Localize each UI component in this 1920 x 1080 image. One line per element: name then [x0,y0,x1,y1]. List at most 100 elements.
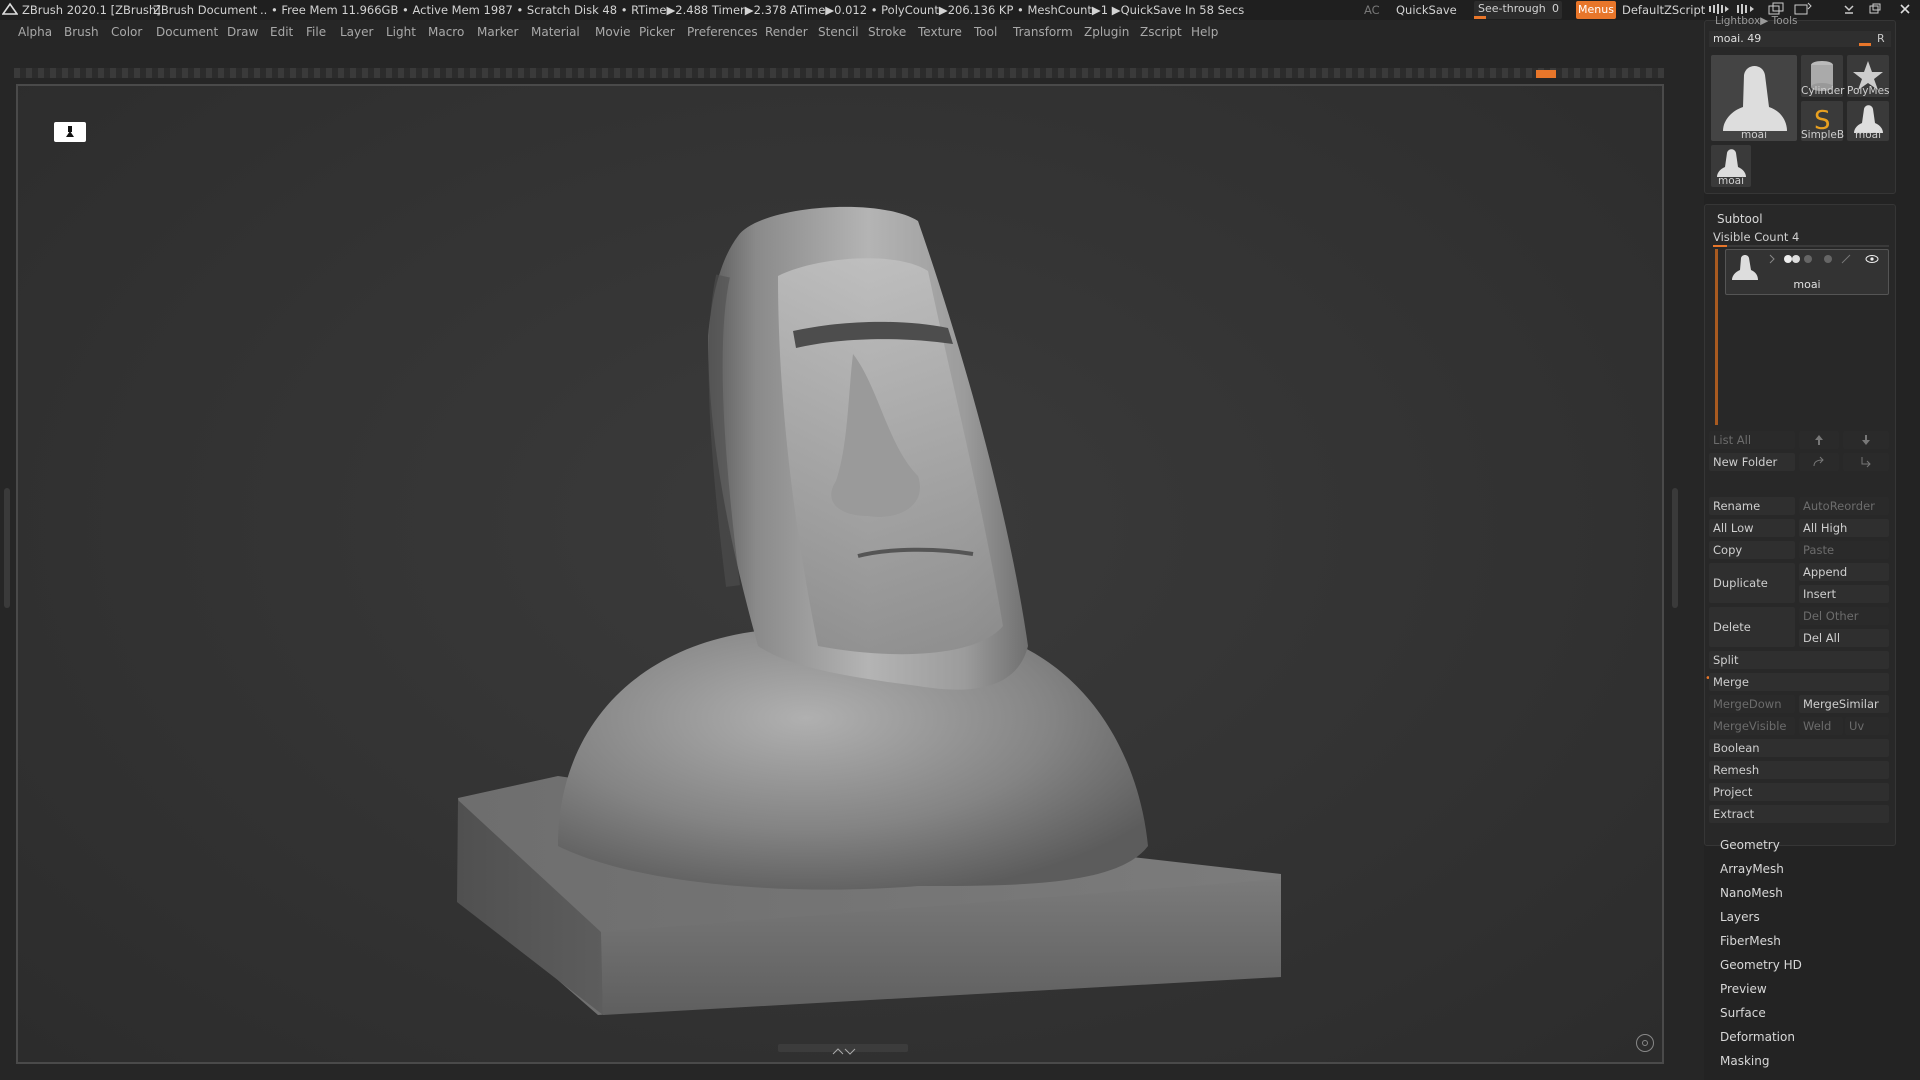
default-zscript-button[interactable]: DefaultZScript [1622,3,1705,17]
menus-button[interactable]: Menus [1576,1,1616,19]
menu-item-layer[interactable]: Layer [340,25,373,39]
menu-item-document[interactable]: Document [156,25,218,39]
menu-item-stroke[interactable]: Stroke [868,25,906,39]
zbrush-logo-icon[interactable] [1,2,19,19]
minimize-icon[interactable] [1842,2,1856,19]
copy-button[interactable]: Copy [1709,541,1795,559]
app-title: ZBrush 2020.1 [ZBrush] [22,3,161,17]
merge-section[interactable]: Merge [1709,673,1889,691]
weld-button[interactable]: Weld [1799,717,1843,735]
project-section[interactable]: Project [1709,783,1889,801]
list-all-button[interactable]: List All [1709,431,1795,449]
subtool-item-label: moai [1793,278,1821,291]
all-high-button[interactable]: All High [1799,519,1889,537]
rename-button[interactable]: Rename [1709,497,1795,515]
split-section[interactable]: Split [1709,651,1889,669]
menu-item-material[interactable]: Material [531,25,580,39]
bottom-tray-handle[interactable] [778,1044,908,1055]
menu-item-tool[interactable]: Tool [974,25,997,39]
boolean-section[interactable]: Boolean [1709,739,1889,757]
delete-button[interactable]: Delete [1709,607,1795,647]
section-preview[interactable]: Preview [1720,982,1767,996]
menu-item-zscript[interactable]: Zscript [1140,25,1182,39]
insert-button[interactable]: Insert [1799,585,1889,603]
all-low-button[interactable]: All Low [1709,519,1795,537]
section-nanomesh[interactable]: NanoMesh [1720,886,1783,900]
menu-item-zplugin[interactable]: Zplugin [1084,25,1129,39]
menu-item-help[interactable]: Help [1191,25,1218,39]
canvas-viewport[interactable] [16,84,1664,1064]
close-icon[interactable] [1898,2,1912,19]
visible-count-slider[interactable] [1713,245,1889,247]
tool-name-slider[interactable]: moai. 49 R [1709,31,1891,47]
visible-count-fill [1713,245,1727,247]
folder-down-icon[interactable] [1843,453,1889,471]
subtool-item-moai[interactable]: moai [1725,249,1889,295]
timeline-ruler[interactable] [14,68,1664,78]
menu-item-preferences[interactable]: Preferences [687,25,758,39]
menu-item-render[interactable]: Render [765,25,808,39]
menu-item-movie[interactable]: Movie [595,25,631,39]
see-through-value: 0 [1552,2,1559,15]
extract-section[interactable]: Extract [1709,805,1889,823]
subtool-item-controls-icon[interactable] [1766,253,1886,265]
section-fibermesh[interactable]: FiberMesh [1720,934,1781,948]
menu-item-marker[interactable]: Marker [477,25,518,39]
section-masking[interactable]: Masking [1720,1054,1769,1068]
menu-item-brush[interactable]: Brush [64,25,99,39]
perspective-icon-center [1642,1040,1648,1046]
see-through-slider[interactable]: See-through 0 [1474,1,1562,19]
menu-item-texture[interactable]: Texture [918,25,962,39]
section-geometry-hd[interactable]: Geometry HD [1720,958,1802,972]
lightbox-tools-label[interactable]: Lightbox▶ Tools [1715,15,1797,27]
uv-button[interactable]: Uv [1845,717,1889,735]
menu-item-edit[interactable]: Edit [270,25,293,39]
quicksave-button[interactable]: QuickSave [1396,3,1457,17]
left-tray-handle[interactable] [4,488,10,608]
menu-item-picker[interactable]: Picker [639,25,675,39]
append-button[interactable]: Append [1799,563,1889,581]
subtool-title[interactable]: Subtool [1717,212,1763,226]
stats-readout: .. • Free Mem 11.966GB • Active Mem 1987… [260,3,1245,17]
r-button[interactable]: R [1877,32,1885,45]
visible-count-label[interactable]: Visible Count 4 [1713,230,1799,244]
duplicate-button[interactable]: Duplicate [1709,563,1795,603]
subtool-panel: Subtool Visible Count 4 moai List All Ne… [1704,204,1896,846]
merge-down-button[interactable]: MergeDown [1709,695,1795,713]
ac-label[interactable]: AC [1364,3,1380,17]
subtool-scrollbar[interactable] [1715,249,1718,425]
moai-model[interactable] [18,86,1664,1064]
section-surface[interactable]: Surface [1720,1006,1766,1020]
menu-item-stencil[interactable]: Stencil [818,25,859,39]
menu-item-file[interactable]: File [306,25,326,39]
section-geometry[interactable]: Geometry [1720,838,1780,852]
merge-similar-button[interactable]: MergeSimilar [1799,695,1889,713]
tool-thumb-label-polymesh: PolyMes [1847,85,1890,97]
remesh-section[interactable]: Remesh [1709,761,1889,779]
paste-button[interactable]: Paste [1799,541,1889,559]
move-up-button[interactable] [1799,431,1839,449]
new-folder-button[interactable]: New Folder [1709,453,1795,471]
menu-item-macro[interactable]: Macro [428,25,464,39]
menu-item-color[interactable]: Color [111,25,142,39]
menu-item-draw[interactable]: Draw [227,25,258,39]
see-through-label: See-through [1478,2,1546,15]
move-down-button[interactable] [1843,431,1889,449]
right-tray-handle[interactable] [1672,488,1678,608]
section-layers[interactable]: Layers [1720,910,1760,924]
perspective-icon[interactable] [1636,1034,1654,1052]
tool-thumb-label-moai-2: moai [1854,129,1881,141]
section-deformation[interactable]: Deformation [1720,1030,1795,1044]
del-other-button[interactable]: Del Other [1799,607,1889,625]
autoreorder-button[interactable]: AutoReorder [1799,497,1889,515]
folder-arrow-icon[interactable] [1799,453,1839,471]
menu-item-light[interactable]: Light [386,25,416,39]
section-arraymesh[interactable]: ArrayMesh [1720,862,1784,876]
merge-visible-button[interactable]: MergeVisible [1709,717,1795,735]
title-bar: ZBrush 2020.1 [ZBrush] ZBrush Document .… [0,0,1920,20]
menu-item-transform[interactable]: Transform [1013,25,1073,39]
menu-item-alpha[interactable]: Alpha [18,25,52,39]
del-all-button[interactable]: Del All [1799,629,1889,647]
restore-icon[interactable] [1868,2,1882,19]
timeline-marker[interactable] [1536,70,1556,78]
